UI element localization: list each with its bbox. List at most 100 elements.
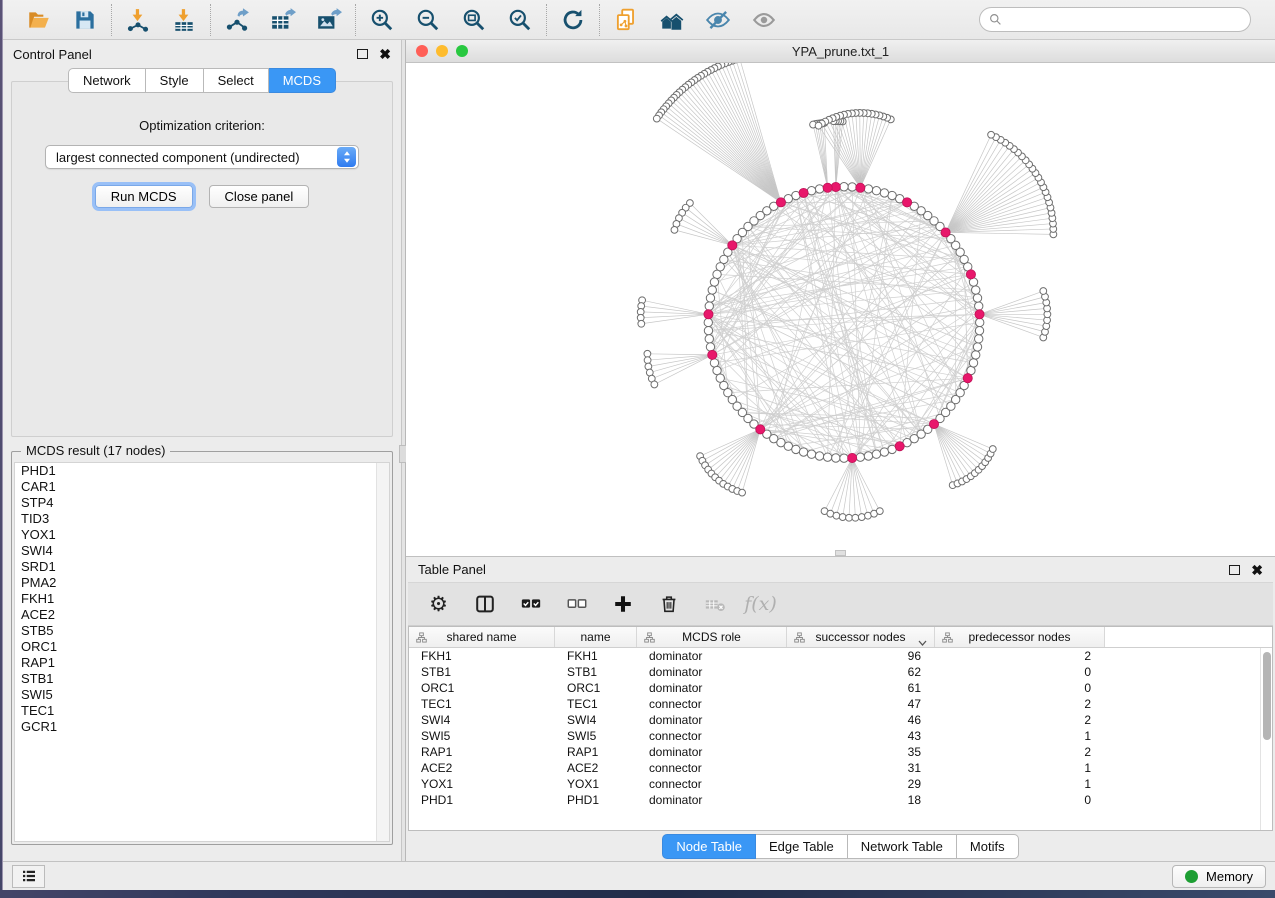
close-panel-button[interactable]: Close panel	[209, 185, 310, 208]
network-canvas[interactable]	[406, 63, 1275, 556]
table-toolbar: ⚙ f(x)	[408, 582, 1273, 626]
save-session-icon[interactable]	[72, 7, 98, 33]
column-header-shared-name[interactable]: shared name	[409, 627, 555, 647]
hierarchy-icon	[644, 632, 655, 646]
refresh-icon[interactable]	[560, 7, 586, 33]
select-all-icon[interactable]	[518, 592, 543, 617]
import-table-icon[interactable]	[171, 7, 197, 33]
show-all-icon[interactable]	[751, 7, 777, 33]
zoom-fit-icon[interactable]	[461, 7, 487, 33]
cell-shared_name: RAP1	[409, 745, 555, 759]
table-scrollbar-thumb[interactable]	[1263, 652, 1271, 740]
cell-name: ORC1	[555, 681, 637, 695]
table-body: FKH1FKH1dominator962STB1STB1dominator620…	[409, 648, 1272, 808]
tab-motifs[interactable]: Motifs	[957, 834, 1019, 859]
mcds-result-item[interactable]: GCR1	[15, 719, 389, 735]
tab-style[interactable]: Style	[146, 68, 204, 93]
column-header-name[interactable]: name	[555, 627, 637, 647]
minimize-window-icon[interactable]	[436, 45, 448, 57]
memory-button[interactable]: Memory	[1172, 865, 1266, 888]
cell-mcds_role: connector	[637, 761, 787, 775]
tab-edge-table[interactable]: Edge Table	[756, 834, 848, 859]
tab-network-table[interactable]: Network Table	[848, 834, 957, 859]
column-header-successor-nodes[interactable]: successor nodes	[787, 627, 935, 647]
cell-name: STB1	[555, 665, 637, 679]
hide-selected-icon[interactable]	[705, 7, 731, 33]
mcds-result-item[interactable]: ORC1	[15, 639, 389, 655]
cell-name: PHD1	[555, 793, 637, 807]
tab-mcds[interactable]: MCDS	[269, 68, 336, 93]
cell-name: FKH1	[555, 649, 637, 663]
tab-network[interactable]: Network	[68, 68, 146, 93]
export-table-icon[interactable]	[270, 7, 296, 33]
column-header-MCDS-role[interactable]: MCDS role	[637, 627, 787, 647]
mcds-result-item[interactable]: FKH1	[15, 591, 389, 607]
mcds-result-list[interactable]: PHD1CAR1STP4TID3YOX1SWI4SRD1PMA2FKH1ACE2…	[14, 462, 390, 842]
add-column-icon[interactable]	[610, 592, 635, 617]
cell-successor_nodes: 35	[787, 745, 935, 759]
cell-predecessor_nodes: 1	[935, 761, 1105, 775]
table-row[interactable]: SWI5SWI5connector431	[409, 728, 1272, 744]
mcds-result-item[interactable]: SWI5	[15, 687, 389, 703]
open-file-icon[interactable]	[26, 7, 52, 33]
mcds-result-item[interactable]: SRD1	[15, 559, 389, 575]
column-header-predecessor-nodes[interactable]: predecessor nodes	[935, 627, 1105, 647]
deselect-all-icon[interactable]	[564, 592, 589, 617]
table-row[interactable]: ORC1ORC1dominator610	[409, 680, 1272, 696]
close-panel-icon[interactable]: ✖	[379, 47, 391, 61]
split-columns-icon[interactable]	[472, 592, 497, 617]
cell-predecessor_nodes: 0	[935, 665, 1105, 679]
zoom-out-icon[interactable]	[415, 7, 441, 33]
table-row[interactable]: TEC1TEC1connector472	[409, 696, 1272, 712]
criterion-select[interactable]: largest connected component (undirected)	[45, 145, 359, 169]
table-row[interactable]: ACE2ACE2connector311	[409, 760, 1272, 776]
export-image-icon[interactable]	[316, 7, 342, 33]
first-neighbors-icon[interactable]	[659, 7, 685, 33]
copy-network-icon[interactable]	[613, 7, 639, 33]
close-window-icon[interactable]	[416, 45, 428, 57]
function-builder-icon[interactable]: f(x)	[748, 592, 773, 617]
cell-mcds_role: dominator	[637, 713, 787, 727]
zoom-in-icon[interactable]	[369, 7, 395, 33]
mcds-result-item[interactable]: PMA2	[15, 575, 389, 591]
delete-column-icon[interactable]	[656, 592, 681, 617]
import-network-icon[interactable]	[125, 7, 151, 33]
mcds-result-item[interactable]: SWI4	[15, 543, 389, 559]
table-row[interactable]: RAP1RAP1dominator352	[409, 744, 1272, 760]
mcds-result-item[interactable]: STB1	[15, 671, 389, 687]
run-mcds-button[interactable]: Run MCDS	[95, 185, 193, 208]
table-row[interactable]: STB1STB1dominator620	[409, 664, 1272, 680]
maximize-window-icon[interactable]	[456, 45, 468, 57]
column-header-filler	[1105, 627, 1272, 647]
mcds-result-item[interactable]: STB5	[15, 623, 389, 639]
table-row[interactable]: PHD1PHD1dominator180	[409, 792, 1272, 808]
mcds-result-item[interactable]: STP4	[15, 495, 389, 511]
mcds-result-item[interactable]: RAP1	[15, 655, 389, 671]
mcds-result-item[interactable]: TEC1	[15, 703, 389, 719]
table-row[interactable]: YOX1YOX1connector291	[409, 776, 1272, 792]
gear-icon[interactable]: ⚙	[426, 592, 451, 617]
mcds-result-item[interactable]: YOX1	[15, 527, 389, 543]
table-scrollbar[interactable]	[1260, 648, 1272, 830]
tab-select[interactable]: Select	[204, 68, 269, 93]
close-table-panel-icon[interactable]: ✖	[1251, 563, 1263, 577]
export-network-icon[interactable]	[224, 7, 250, 33]
table-row[interactable]: FKH1FKH1dominator962	[409, 648, 1272, 664]
main-toolbar	[3, 0, 1275, 40]
mcds-result-item[interactable]: TID3	[15, 511, 389, 527]
table-row[interactable]: SWI4SWI4dominator462	[409, 712, 1272, 728]
mcds-result-item[interactable]: PHD1	[15, 463, 389, 479]
float-table-panel-icon[interactable]	[1229, 565, 1240, 575]
table-tabs: Node TableEdge TableNetwork TableMotifs	[406, 831, 1275, 861]
delete-table-icon[interactable]	[702, 592, 727, 617]
mcds-result-item[interactable]: CAR1	[15, 479, 389, 495]
zoom-selected-icon[interactable]	[507, 7, 533, 33]
mcds-result-item[interactable]: ACE2	[15, 607, 389, 623]
search-box[interactable]	[979, 7, 1251, 32]
horizontal-splitter-handle[interactable]	[835, 550, 846, 556]
tab-node-table[interactable]: Node Table	[662, 834, 756, 859]
show-panels-button[interactable]	[12, 865, 45, 888]
result-list-scrollbar[interactable]	[376, 463, 389, 841]
search-input[interactable]	[1008, 13, 1241, 27]
float-panel-icon[interactable]	[357, 49, 368, 59]
